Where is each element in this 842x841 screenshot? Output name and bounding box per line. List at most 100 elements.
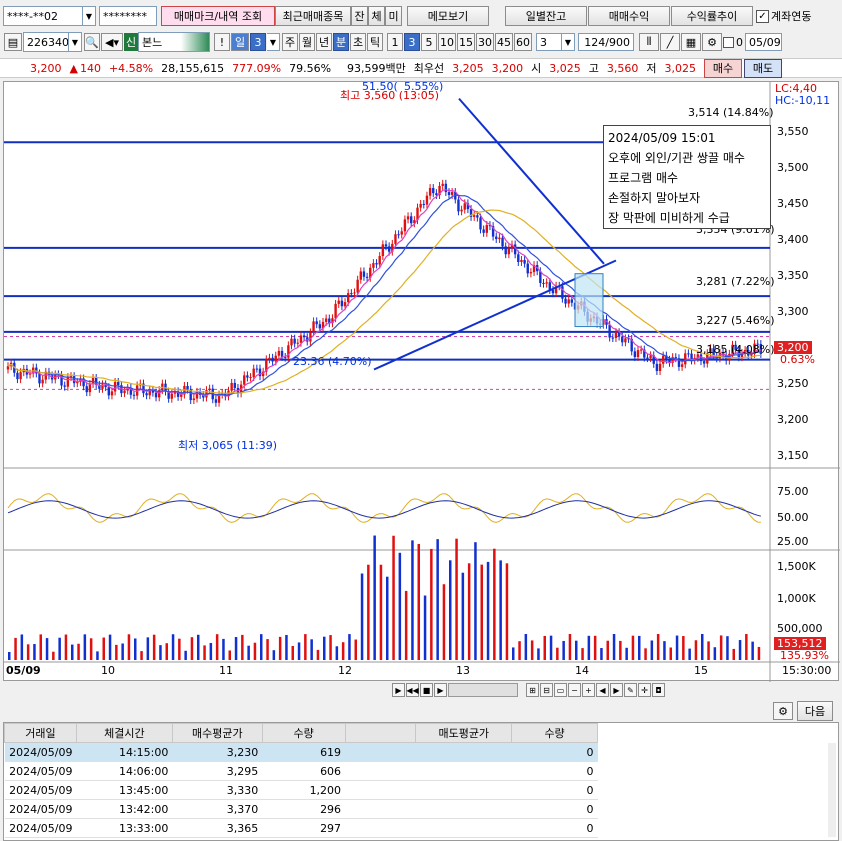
tab-week[interactable]: 주 bbox=[282, 33, 298, 51]
left-level-label: 23.36 (4.70%) bbox=[293, 355, 372, 368]
volume-bar bbox=[329, 635, 332, 660]
plus-icon[interactable]: + bbox=[582, 683, 595, 697]
profit-trend-button[interactable]: 수익률추이 bbox=[671, 6, 753, 26]
next-button[interactable]: 다음 bbox=[797, 701, 833, 721]
grid-gear-icon[interactable]: ⚙ bbox=[773, 702, 793, 720]
stock-code-dropdown-icon[interactable]: ▼ bbox=[69, 32, 82, 52]
count-input[interactable]: 3 bbox=[536, 33, 562, 51]
sell-button[interactable]: 매도 bbox=[744, 58, 783, 78]
rewind-icon[interactable]: ◀◀ bbox=[406, 683, 419, 697]
tab-mi[interactable]: 미 bbox=[385, 6, 402, 26]
recent-trades-button[interactable]: 최근매매종목 bbox=[275, 6, 351, 26]
stop-icon[interactable]: ■ bbox=[420, 683, 433, 697]
candle-body bbox=[611, 337, 614, 339]
chart-tool-icon[interactable]: ▭ bbox=[554, 683, 567, 697]
col-date[interactable]: 거래일 bbox=[4, 723, 77, 743]
memo-box[interactable]: 2024/05/09 15:01 오후에 외인/기관 쌍끌 매수 프로그램 매수… bbox=[603, 125, 771, 229]
trade-profit-button[interactable]: 매매수익 bbox=[588, 6, 670, 26]
minute-opt-5[interactable]: 5 bbox=[421, 33, 437, 51]
count-dropdown-icon[interactable]: ▼ bbox=[562, 33, 575, 51]
candle-body bbox=[621, 336, 624, 343]
forward-icon[interactable]: ▶ bbox=[434, 683, 447, 697]
zero-checkbox[interactable] bbox=[723, 36, 734, 48]
col-sell-avg[interactable]: 매도평균가 bbox=[415, 723, 513, 743]
tab-second[interactable]: 초 bbox=[350, 33, 366, 51]
tab-minute[interactable]: 분 bbox=[333, 33, 349, 51]
minute-opt-60[interactable]: 60 bbox=[514, 33, 532, 51]
y-tick: 3,300 bbox=[777, 305, 809, 318]
grid-icon[interactable]: ▦ bbox=[681, 33, 701, 51]
candle-body bbox=[110, 391, 114, 396]
candle-body bbox=[662, 355, 665, 364]
memo-button[interactable]: 메모보기 bbox=[407, 6, 489, 26]
speaker-icon[interactable]: ◀▾ bbox=[101, 33, 123, 51]
stock-code-input[interactable]: 226340 bbox=[23, 32, 69, 52]
tab-che[interactable]: 체 bbox=[368, 6, 385, 26]
tab-month[interactable]: 월 bbox=[299, 33, 315, 51]
col-buy-qty[interactable]: 수량 bbox=[261, 723, 346, 743]
table-row[interactable]: 2024/05/09 13:42:00 3,370 296 0 bbox=[4, 799, 598, 819]
candle-body bbox=[564, 298, 567, 304]
candle-body bbox=[302, 335, 306, 338]
volume-bar bbox=[543, 635, 546, 660]
arrow-right-icon[interactable]: ▶ bbox=[610, 683, 623, 697]
table-row[interactable]: 2024/05/09 13:45:00 3,330 1,200 0 bbox=[4, 780, 598, 800]
interval-dropdown-icon[interactable]: ▼ bbox=[267, 33, 280, 51]
stock-list-icon[interactable]: ▤ bbox=[4, 33, 22, 51]
camera-icon[interactable]: ◘ bbox=[652, 683, 665, 697]
candle-body bbox=[365, 276, 369, 278]
col-time[interactable]: 체결시간 bbox=[75, 723, 173, 743]
minute-opt-3[interactable]: 3 bbox=[404, 33, 420, 51]
buy-button[interactable]: 매수 bbox=[704, 58, 743, 78]
volume-bar bbox=[222, 638, 225, 660]
tab-tick[interactable]: 틱 bbox=[367, 33, 383, 51]
play-icon[interactable]: ▶ bbox=[392, 683, 405, 697]
link-checkbox[interactable]: ✓ bbox=[756, 9, 769, 23]
arrow-left-icon[interactable]: ◀ bbox=[596, 683, 609, 697]
tab-year[interactable]: 년 bbox=[316, 33, 332, 51]
table-row[interactable]: 2024/05/09 14:06:00 3,295 606 0 bbox=[4, 761, 598, 781]
search-icon[interactable]: 🔍 bbox=[84, 33, 100, 51]
zoom-out-icon[interactable]: ⊟ bbox=[540, 683, 553, 697]
minute-opt-10[interactable]: 10 bbox=[438, 33, 456, 51]
daily-balance-button[interactable]: 일별잔고 bbox=[505, 6, 587, 26]
candle-body bbox=[258, 368, 262, 377]
trade-mark-button[interactable]: 매매마크/내역 조회 bbox=[161, 6, 275, 26]
table-row[interactable]: 2024/05/09 13:33:00 3,365 297 0 bbox=[4, 818, 598, 838]
x-label: 12 bbox=[338, 664, 352, 677]
minute-opt-15[interactable]: 15 bbox=[457, 33, 475, 51]
candle-body bbox=[296, 342, 299, 344]
gear-icon[interactable]: ⚙ bbox=[702, 33, 722, 51]
minute-opt-30[interactable]: 30 bbox=[476, 33, 494, 51]
candle-body bbox=[315, 321, 318, 325]
interval-number[interactable]: 3 bbox=[250, 33, 266, 51]
crosshair-icon[interactable]: ✛ bbox=[638, 683, 651, 697]
col-sell-qty[interactable]: 수량 bbox=[511, 723, 598, 743]
grid-scrollbar[interactable] bbox=[828, 743, 836, 837]
account-field[interactable]: ****-**02 bbox=[3, 6, 83, 26]
col-buy-avg[interactable]: 매수평균가 bbox=[171, 723, 263, 743]
minute-opt-45[interactable]: 45 bbox=[495, 33, 513, 51]
minus-icon[interactable]: − bbox=[568, 683, 581, 697]
tab-jan[interactable]: 잔 bbox=[351, 6, 368, 26]
candle-body bbox=[523, 259, 526, 264]
draw-icon[interactable]: ✎ bbox=[624, 683, 637, 697]
line-tool-icon[interactable]: ╱ bbox=[660, 33, 680, 51]
minute-opt-1[interactable]: 1 bbox=[387, 33, 403, 51]
password-field[interactable]: ******** bbox=[99, 6, 157, 26]
table-row[interactable]: 2024/05/09 14:15:00 3,230 619 0 bbox=[4, 742, 598, 762]
date-input[interactable]: 05/09 bbox=[745, 33, 782, 51]
candle-tool-icon[interactable]: ⫴ bbox=[639, 33, 659, 51]
candle-body bbox=[403, 219, 407, 232]
zoom-icon[interactable]: ⊞ bbox=[526, 683, 539, 697]
account-dropdown-icon[interactable]: ▼ bbox=[83, 6, 96, 26]
volume-bar bbox=[455, 538, 458, 660]
volume-bar bbox=[297, 642, 301, 660]
scrollbar[interactable] bbox=[448, 683, 518, 697]
candle-body bbox=[268, 357, 271, 360]
candle-body bbox=[482, 229, 485, 233]
hc-label: HC:-10,11 bbox=[775, 94, 831, 107]
alert-icon[interactable]: ! bbox=[214, 33, 230, 51]
interval-day-button[interactable]: 일 bbox=[231, 33, 249, 51]
cell: 2024/05/09 bbox=[4, 780, 77, 800]
